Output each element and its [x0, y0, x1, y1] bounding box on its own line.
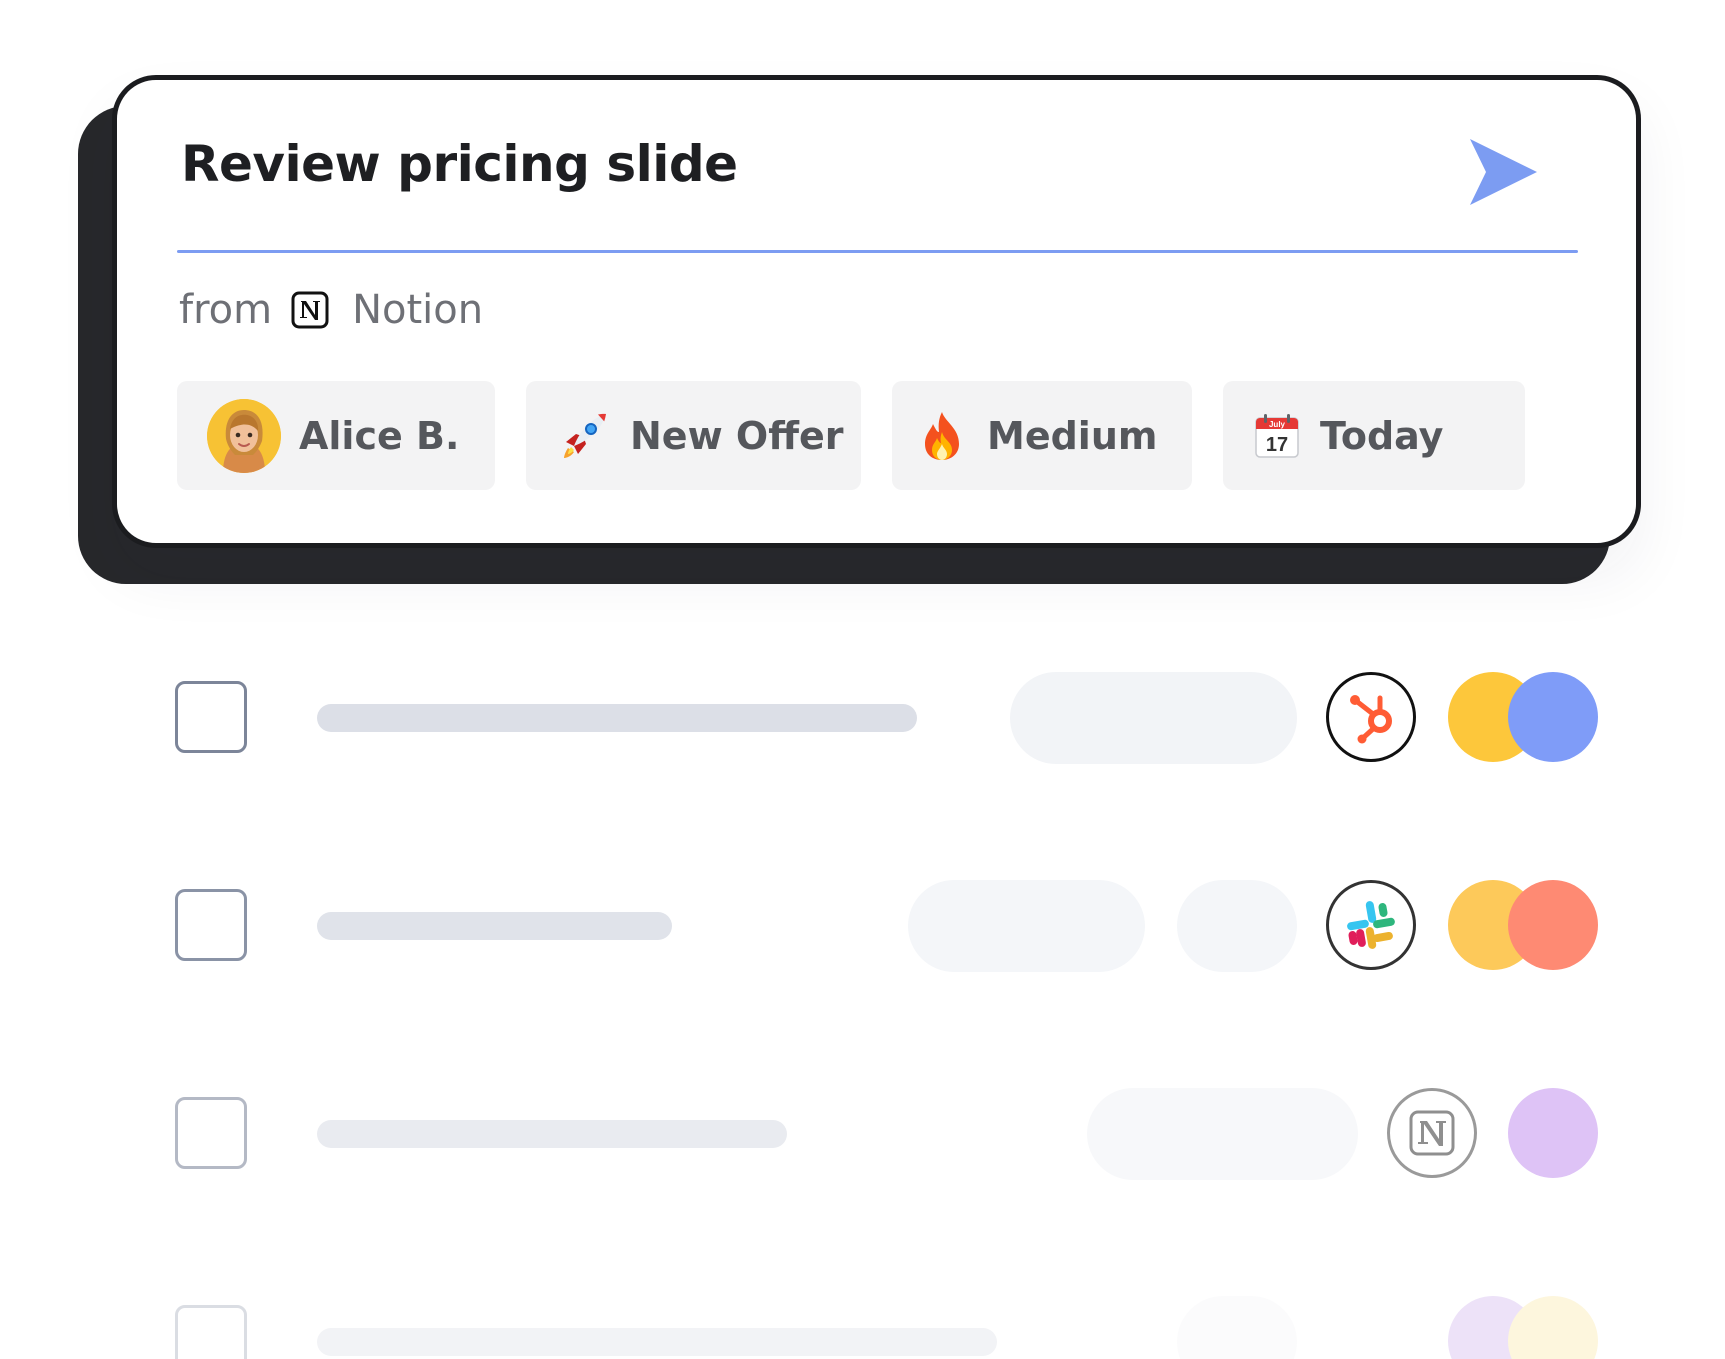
priority-label: Medium	[987, 413, 1158, 458]
assignee-label: Alice B.	[299, 413, 460, 458]
task-title-placeholder	[317, 704, 917, 732]
assignee-avatar-placeholder	[1508, 672, 1598, 762]
assignee-avatar-placeholder	[1508, 1088, 1598, 1178]
due-date-chip[interactable]: July 17 Today	[1223, 381, 1525, 490]
hubspot-icon	[1326, 672, 1416, 762]
task-title-placeholder	[317, 1120, 787, 1148]
task-title-placeholder	[317, 1328, 997, 1356]
task-capture-view: Review pricing slide from Notion Alice B…	[0, 0, 1725, 1359]
task-checkbox[interactable]	[175, 889, 247, 961]
avatar	[207, 398, 281, 473]
project-label: New Offer	[630, 413, 844, 458]
rocket-icon	[558, 410, 610, 462]
notion-icon	[290, 290, 330, 330]
calendar-icon: July 17	[1254, 413, 1300, 459]
tag-placeholder	[1010, 672, 1297, 764]
assignee-chip[interactable]: Alice B.	[177, 381, 495, 490]
task-row[interactable]	[0, 667, 1725, 767]
notion-icon	[1387, 1088, 1477, 1178]
task-title-input[interactable]: Review pricing slide	[181, 135, 738, 193]
task-checkbox[interactable]	[175, 1097, 247, 1169]
priority-chip[interactable]: Medium	[892, 381, 1192, 490]
tag-placeholder	[1177, 880, 1297, 972]
source-row: from Notion	[179, 284, 483, 336]
send-icon	[1470, 139, 1537, 205]
send-button[interactable]	[1466, 136, 1540, 208]
tag-placeholder	[908, 880, 1145, 972]
source-app-name: Notion	[352, 287, 484, 333]
source-prefix: from	[179, 287, 273, 333]
task-checkbox[interactable]	[175, 1305, 247, 1359]
due-date-label: Today	[1320, 413, 1444, 458]
project-chip[interactable]: New Offer	[526, 381, 861, 490]
calendar-day: 17	[1266, 434, 1288, 456]
slack-icon	[1326, 880, 1416, 970]
tag-placeholder	[1177, 1296, 1297, 1359]
tag-placeholder	[1087, 1088, 1358, 1180]
task-checkbox[interactable]	[175, 681, 247, 753]
calendar-month: July	[1269, 420, 1286, 429]
task-row[interactable]	[0, 1291, 1725, 1359]
assignee-avatar-placeholder	[1508, 880, 1598, 970]
fire-icon	[919, 410, 965, 462]
task-title-placeholder	[317, 912, 672, 940]
task-row[interactable]	[0, 875, 1725, 975]
task-row[interactable]	[0, 1083, 1725, 1183]
task-composer-card: Review pricing slide from Notion Alice B…	[112, 75, 1641, 548]
title-underline	[177, 250, 1578, 253]
